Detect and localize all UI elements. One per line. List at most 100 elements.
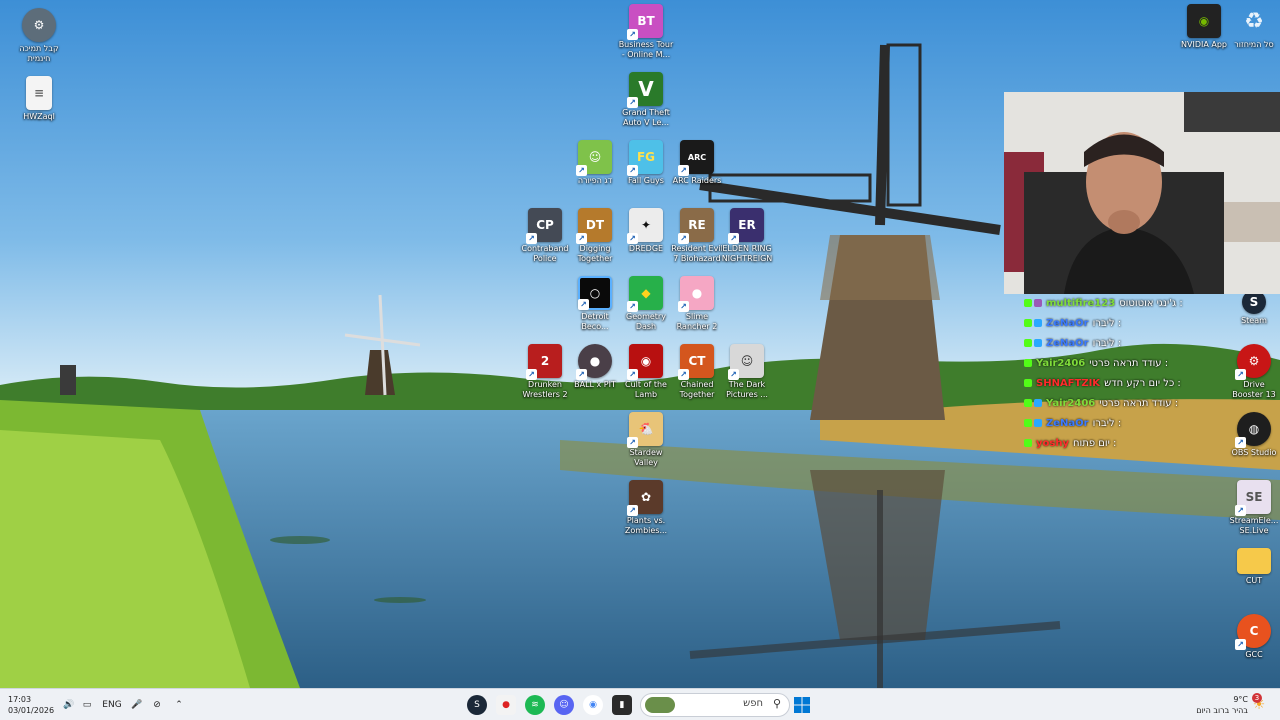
desktop-icon-elden-ring[interactable]: ER ELDEN RING NIGHTREIGN bbox=[718, 208, 776, 264]
badge-icon bbox=[1024, 359, 1032, 367]
dredge-icon: ✦ bbox=[627, 208, 663, 244]
desktop-icon-label: Fall Guys bbox=[628, 176, 664, 185]
chat-text: : עודד תראה פרטי bbox=[1089, 357, 1169, 369]
desktop-icon-fall-guys[interactable]: FG Fall Guys bbox=[617, 140, 675, 186]
gta-v-icon: V bbox=[627, 72, 663, 108]
windows-logo-icon bbox=[794, 697, 810, 713]
desktop-icon-label: The Dark Pictures ... bbox=[726, 380, 768, 399]
desktop-icon-cult[interactable]: ◉ Cult of the Lamb bbox=[617, 344, 675, 400]
chat-text: : ליברו bbox=[1092, 417, 1122, 429]
streamelements-icon: SE bbox=[1235, 480, 1271, 516]
cult-of-the-lamb-icon: ◉ bbox=[627, 344, 663, 380]
chevron-up-icon[interactable]: ⌃ bbox=[172, 695, 186, 715]
desktop-icon-arc-raiders[interactable]: ARC ARC Raiders bbox=[668, 140, 726, 186]
chat-text: : ליברו bbox=[1092, 317, 1122, 329]
badge-icon bbox=[1034, 419, 1042, 427]
steam-taskbar-icon[interactable]: S bbox=[467, 695, 487, 715]
badge-icon bbox=[1034, 319, 1042, 327]
desktop-icon-ball-x-pit[interactable]: ● BALL x PIT bbox=[566, 344, 624, 390]
desktop-icon-digging[interactable]: DT Digging Together bbox=[566, 208, 624, 264]
weather-widget[interactable]: 9°C בהיר ברוב היום bbox=[1180, 692, 1248, 718]
chained-together-icon: CT bbox=[678, 344, 714, 380]
clock-time: 17:03 bbox=[8, 695, 32, 704]
chat-username: ZeNaOr bbox=[1046, 417, 1089, 429]
desktop-icon-support[interactable]: ⚙ קבל תמיכה חינמית bbox=[10, 8, 68, 64]
detroit-icon: ○ bbox=[578, 276, 612, 310]
desktop-icon-file[interactable]: ≡ HWZaql bbox=[10, 76, 68, 122]
recycle-bin-icon: ♻ bbox=[1244, 8, 1264, 34]
language-indicator[interactable]: ENG bbox=[100, 695, 124, 715]
network-icon[interactable]: ▭ bbox=[80, 695, 94, 715]
terminal-icon[interactable]: ▮ bbox=[612, 695, 632, 715]
drunken-wrestlers-icon: 2 bbox=[526, 344, 562, 380]
chat-text: : עודד תראה פרטי bbox=[1099, 397, 1179, 409]
desktop-icon-dredge[interactable]: ✦ DREDGE bbox=[617, 208, 675, 254]
discord-icon[interactable]: ☺ bbox=[554, 695, 574, 715]
geometry-dash-icon: ◆ bbox=[627, 276, 663, 312]
app-taskbar-icon[interactable]: ● bbox=[496, 695, 516, 715]
badge-icon bbox=[1024, 339, 1032, 347]
resident-evil-icon: RE bbox=[678, 208, 714, 244]
desktop-icon-detroit[interactable]: ○ Detroit Beco... bbox=[566, 276, 624, 332]
desktop-icon-streamelements[interactable]: SE StreamEle... SE.Live bbox=[1225, 480, 1280, 536]
mute-icon[interactable]: ⊘ bbox=[150, 695, 164, 715]
notification-badge: 3 bbox=[1252, 693, 1262, 703]
desktop-icon-plants[interactable]: ✿ Plants vs. Zombies... bbox=[617, 480, 675, 536]
contraband-police-icon: CP bbox=[526, 208, 562, 244]
desktop-icon-slime[interactable]: ● Slime Rancher 2 bbox=[668, 276, 726, 332]
desktop-icon-recycle-bin[interactable]: ♻ סל המיחזור bbox=[1225, 4, 1280, 50]
clock-date: 03/01/2026 bbox=[8, 706, 55, 715]
slime-rancher-icon: ● bbox=[678, 276, 714, 312]
desktop-icon-dark-pictures[interactable]: ☺ The Dark Pictures ... bbox=[718, 344, 776, 400]
desktop-icon-label: Geometry Dash bbox=[626, 312, 666, 331]
desktop-icon-label: HWZaql bbox=[23, 112, 55, 121]
desktop-icon-label: סל המיחזור bbox=[1234, 40, 1274, 49]
desktop-icon-cut-folder[interactable]: CUT bbox=[1225, 548, 1280, 586]
chat-username: Yair2406 bbox=[1036, 357, 1086, 369]
badge-icon bbox=[1024, 299, 1032, 307]
chat-username: ZeNaOr bbox=[1046, 317, 1089, 329]
chat-username: SHNAFTZIK bbox=[1036, 377, 1101, 389]
volume-icon[interactable]: 🔊 bbox=[62, 695, 76, 715]
windows-start-button[interactable] bbox=[792, 695, 812, 715]
badge-icon bbox=[1024, 379, 1032, 387]
chat-username: ZeNaOr bbox=[1046, 337, 1089, 349]
desktop-icon-hebrew-game[interactable]: ☺ דג הפיורה bbox=[566, 140, 624, 186]
badge-icon bbox=[1034, 399, 1042, 407]
desktop-icon-gcc[interactable]: C GCC bbox=[1225, 614, 1280, 660]
desktop-icon-label: Slime Rancher 2 bbox=[676, 312, 718, 331]
game-icon: ☺ bbox=[576, 140, 612, 176]
fall-guys-icon: FG bbox=[627, 140, 663, 176]
chat-message: yoshy : יום פתוח bbox=[1024, 433, 1244, 453]
chat-message: multifire123 : ג'ינגי אוטוטוס bbox=[1024, 293, 1244, 313]
desktop-icon-stardew[interactable]: 🐔 Stardew Valley bbox=[617, 412, 675, 468]
desktop-icon-label: Drunken Wrestlers 2 bbox=[522, 380, 568, 399]
weather-temp: 9°C bbox=[1233, 695, 1248, 704]
search-placeholder: חפש bbox=[743, 698, 763, 709]
chat-text: : כל יום רקע חדש bbox=[1104, 377, 1181, 389]
desktop-icon-label: Contraband Police bbox=[521, 244, 569, 263]
taskbar-search[interactable]: חפש ⚲ bbox=[640, 693, 790, 717]
spotify-icon[interactable]: ≋ bbox=[525, 695, 545, 715]
clock[interactable]: 17:03 03/01/2026 bbox=[8, 692, 54, 718]
desktop-icon-label: Chained Together bbox=[679, 380, 715, 399]
chrome-icon[interactable]: ◉ bbox=[583, 695, 603, 715]
desktop-icon-geometry[interactable]: ◆ Geometry Dash bbox=[617, 276, 675, 332]
file-icon: ≡ bbox=[26, 76, 52, 110]
badge-icon bbox=[1024, 439, 1032, 447]
desktop-icon-label: Steam bbox=[1241, 316, 1267, 325]
microphone-icon[interactable]: 🎤 bbox=[130, 695, 144, 715]
chat-message: Yair2406 : עודד תראה פרטי bbox=[1024, 393, 1244, 413]
search-highlight-icon bbox=[645, 697, 675, 713]
gcc-icon: C bbox=[1235, 614, 1271, 650]
desktop-icon-gta[interactable]: V Grand Theft Auto V Le... bbox=[617, 72, 675, 128]
desktop-icon-label: Cult of the Lamb bbox=[625, 380, 667, 399]
desktop-icon-label: Grand Theft Auto V Le... bbox=[622, 108, 670, 127]
dark-pictures-icon: ☺ bbox=[728, 344, 764, 380]
arc-raiders-icon: ARC bbox=[678, 140, 714, 176]
chat-text: : ליברו bbox=[1092, 337, 1122, 349]
desktop-icon-business-tour[interactable]: BT Business Tour - Online M... bbox=[617, 4, 675, 60]
chat-username: multifire123 bbox=[1046, 297, 1116, 309]
desktop-icon-label: BALL x PIT bbox=[574, 380, 616, 389]
badge-icon bbox=[1034, 339, 1042, 347]
